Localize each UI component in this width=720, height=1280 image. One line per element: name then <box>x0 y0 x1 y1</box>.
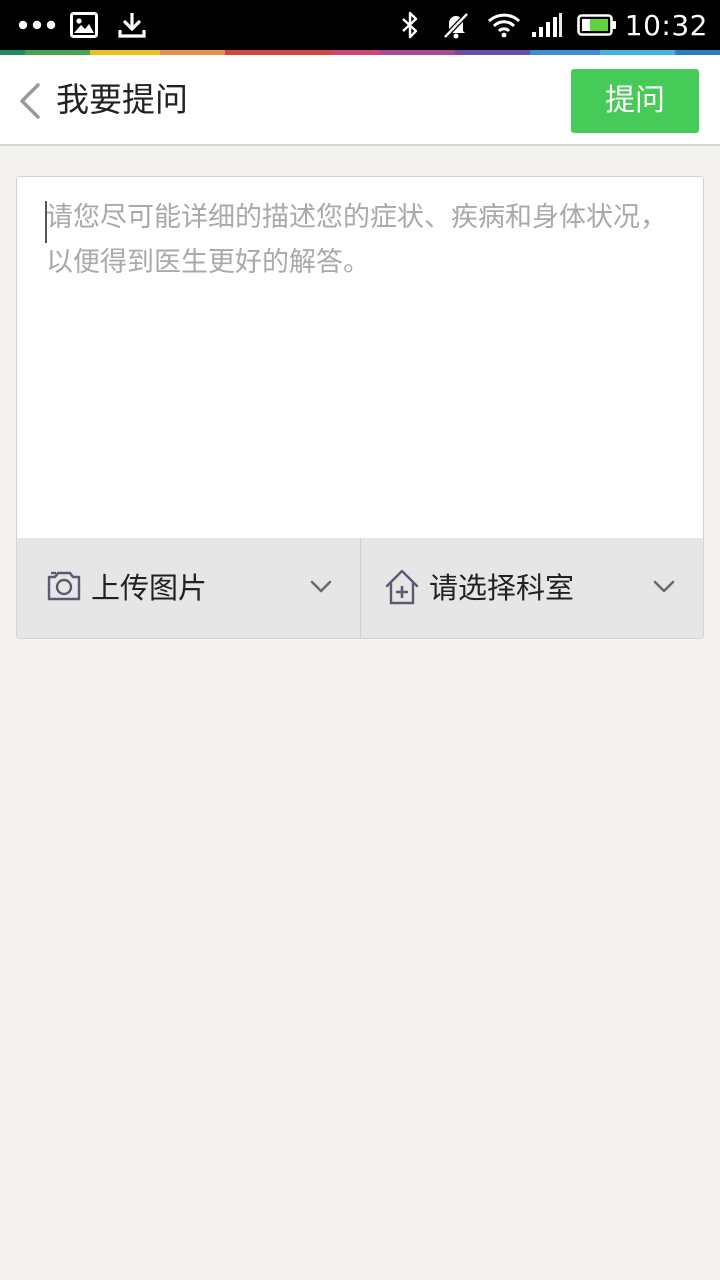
upload-image-label: 上传图片 <box>91 571 208 605</box>
chevron-down-icon <box>310 579 332 598</box>
status-time: 10:32 <box>624 8 708 42</box>
back-icon[interactable] <box>16 81 44 121</box>
question-actions-bar: 上传图片 请选择科室 <box>17 538 703 638</box>
image-icon <box>70 12 98 38</box>
download-icon <box>118 11 146 39</box>
upload-image-button[interactable]: 上传图片 <box>17 538 360 638</box>
header: 我要提问 提问 <box>0 55 720 146</box>
more-dots-icon <box>18 20 56 30</box>
text-cursor <box>45 201 47 243</box>
signal-icon <box>531 12 563 38</box>
wifi-icon <box>487 12 521 38</box>
select-department-button[interactable]: 请选择科室 <box>360 538 703 638</box>
camera-icon <box>47 571 81 605</box>
select-department-label: 请选择科室 <box>429 571 575 605</box>
question-input[interactable] <box>17 177 703 538</box>
mute-icon <box>441 11 471 39</box>
page-title: 我要提问 <box>56 80 188 119</box>
chevron-down-icon <box>653 579 675 598</box>
battery-icon <box>576 13 617 37</box>
status-bar: 10:32 <box>0 0 720 50</box>
bluetooth-icon <box>399 11 421 39</box>
question-card: 上传图片 请选择科室 <box>16 176 704 639</box>
hospital-icon <box>385 569 419 609</box>
submit-question-button[interactable]: 提问 <box>571 69 699 133</box>
